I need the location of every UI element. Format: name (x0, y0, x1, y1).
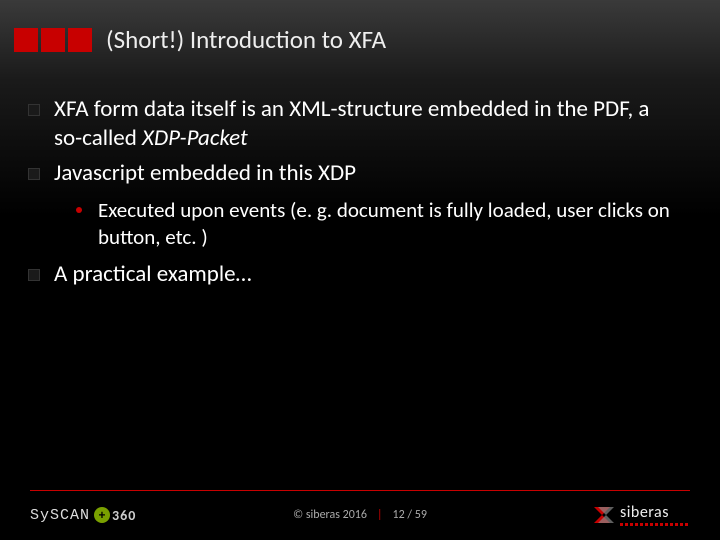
siberas-name: siberas (620, 505, 690, 521)
slide-footer: SySCAN + 360 © siberas 2016 | 12 / 59 si… (0, 490, 720, 540)
footer-divider (30, 490, 690, 491)
label-360: 360 (112, 507, 136, 524)
syscan-label: SySCAN (30, 507, 90, 524)
plus-icon: + (94, 507, 110, 523)
title-squares-icon (14, 28, 92, 52)
bullet-text: A practical example… (54, 260, 251, 288)
slide-title: (Short!) Introduction to XFA (106, 24, 386, 55)
siberas-underline-icon (620, 523, 690, 526)
sub-bullet-text: Executed upon events (e. g. document is … (98, 197, 670, 249)
bullet-text: Javascript embedded in this XDP (54, 159, 356, 187)
red-square-icon (68, 28, 92, 52)
footer-center: © siberas 2016 | 12 / 59 (293, 508, 427, 522)
plus360-badge: + 360 (94, 507, 136, 524)
slide-title-row: (Short!) Introduction to XFA (0, 0, 720, 55)
copyright-text: © siberas 2016 (293, 508, 367, 522)
siberas-logo: siberas (590, 505, 690, 526)
syscan360-logo: SySCAN + 360 (30, 507, 136, 524)
red-square-icon (14, 28, 38, 52)
siberas-text-block: siberas (620, 505, 690, 526)
slide-content: XFA form data itself is an XML-structure… (0, 55, 720, 289)
red-square-icon (41, 28, 65, 52)
sub-bullet-item: Executed upon events (e. g. document is … (54, 197, 680, 250)
bullet-text-em: XDP-Packet (142, 124, 248, 152)
bullet-item: XFA form data itself is an XML-structure… (28, 95, 680, 153)
separator: | (377, 508, 383, 522)
siberas-mark-icon (590, 505, 614, 525)
bullet-list: XFA form data itself is an XML-structure… (28, 95, 680, 289)
page-number: 12 / 59 (393, 508, 427, 522)
bullet-item: A practical example… (28, 260, 680, 289)
sub-bullet-list: Executed upon events (e. g. document is … (54, 197, 680, 250)
bullet-item: Javascript embedded in this XDP Executed… (28, 159, 680, 250)
